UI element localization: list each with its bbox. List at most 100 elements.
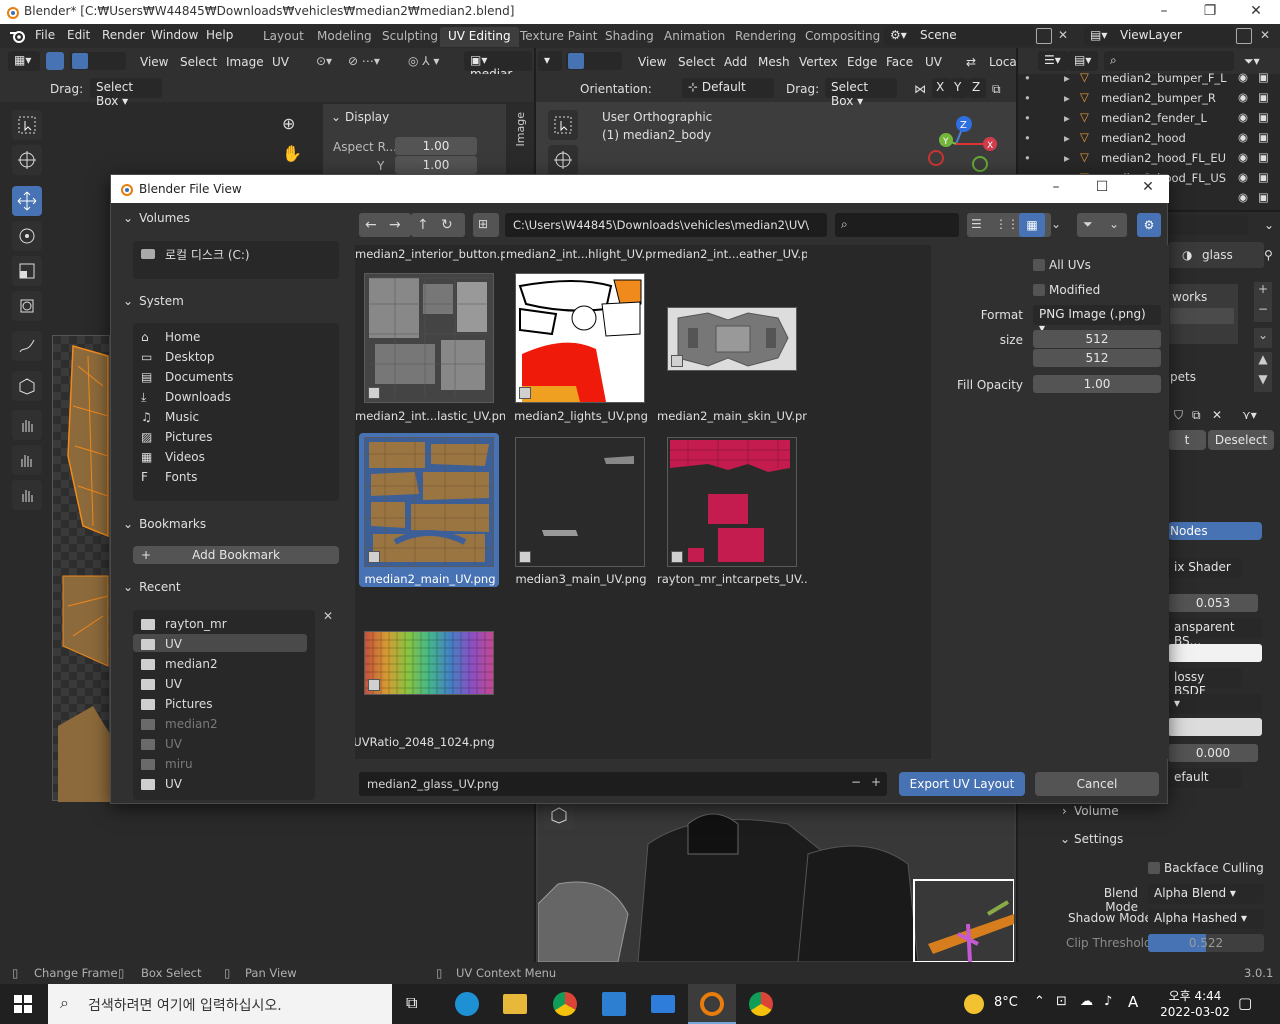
menu-help[interactable]: Help (206, 28, 233, 42)
dialog-minimize-button[interactable]: – (1041, 179, 1071, 195)
sync-selection-icon[interactable] (46, 52, 64, 70)
tray-expand-icon[interactable]: ⌃ (1034, 994, 1045, 1009)
viewport-menu-select[interactable]: Select (678, 55, 715, 69)
parent-directory-icon[interactable]: ↑ (417, 217, 429, 233)
move-slot-up-button[interactable]: ▲ (1254, 352, 1272, 372)
file-label-top-2[interactable]: median2_int...hlight_UV.png (506, 247, 656, 261)
taskbar-search-box[interactable]: ⌕ 검색하려면 여기에 입력하십시오. (48, 984, 392, 1024)
outliner-row[interactable]: • ▸ ▽ median2_hood_FL_EU ◉ ▣ (1018, 148, 1278, 168)
add-slot-button[interactable]: + (1254, 282, 1272, 302)
thumb-intcarpets[interactable] (667, 437, 797, 567)
tweak-tool[interactable] (12, 110, 42, 140)
render-camera-icon[interactable]: ▣ (1258, 150, 1269, 164)
render-camera-icon[interactable]: ▣ (1258, 90, 1269, 104)
windows-start-icon[interactable] (14, 995, 32, 1013)
expand-arrow-icon[interactable]: ▸ (1064, 151, 1070, 165)
file-label-top-1[interactable]: median2_interior_button.p... (355, 247, 505, 261)
transform-orientation-icon[interactable]: ⇄ (966, 55, 976, 69)
dialog-maximize-button[interactable]: ☐ (1087, 179, 1117, 195)
thumb-uvratio[interactable] (364, 631, 494, 695)
thumb-interior-plastic[interactable] (364, 273, 494, 403)
decrement-filename-icon[interactable]: − (851, 775, 861, 789)
recent-item[interactable]: Pictures (141, 694, 213, 714)
fill-opacity-field[interactable]: 1.00 (1033, 375, 1161, 393)
network-icon[interactable]: ⊡ (1056, 994, 1067, 1009)
file-label-top-3[interactable]: median2_int...eather_UV.pn (657, 247, 807, 261)
render-camera-icon[interactable]: ▣ (1258, 70, 1269, 84)
add-bookmark-button[interactable]: + Add Bookmark (133, 546, 339, 564)
deselect-button[interactable]: Deselect (1208, 430, 1274, 450)
visibility-eye-icon[interactable]: ◉ (1238, 130, 1248, 144)
mirror-y-toggle[interactable]: Y (950, 78, 968, 98)
tab-shading[interactable]: Shading (597, 27, 662, 47)
glossy-shader-dropdown[interactable]: lossy BSDF (1168, 668, 1242, 698)
back-icon[interactable]: ← (365, 217, 377, 233)
settings-panel-title[interactable]: Settings (1074, 832, 1123, 846)
bookmarks-panel-header[interactable]: ⌄ Bookmarks (123, 517, 341, 537)
vertical-list-icon[interactable]: ☰ (971, 217, 982, 231)
pan-icon[interactable]: ✋ (282, 144, 302, 163)
file-label-uvratio[interactable]: UVRatio_2048_1024.png (355, 735, 499, 749)
edge-icon[interactable] (455, 992, 479, 1016)
annotate-tool[interactable] (12, 331, 42, 361)
expand-arrow-icon[interactable]: ▸ (1064, 111, 1070, 125)
store-icon[interactable] (602, 992, 626, 1016)
slot-selected[interactable] (1170, 308, 1234, 324)
visibility-eye-icon[interactable]: ◉ (1238, 190, 1248, 204)
volumes-panel-header[interactable]: ⌄ Volumes (123, 211, 341, 231)
recent-item[interactable]: UV (141, 734, 182, 754)
viewport-select-mode-group[interactable] (566, 52, 622, 70)
recent-panel-header[interactable]: ⌄ Recent (123, 580, 341, 600)
file-label-median3[interactable]: median3_main_UV.png (506, 572, 656, 586)
tab-modeling[interactable]: Modeling (309, 27, 380, 47)
visibility-eye-icon[interactable]: ◉ (1238, 90, 1248, 104)
vertex-mode-icon[interactable] (72, 53, 88, 69)
system-item-pictures[interactable]: ▨ Pictures (141, 427, 213, 447)
rotate-tool[interactable] (12, 221, 42, 251)
filename-field[interactable]: median2_glass_UV.png (359, 772, 887, 796)
volume-icon[interactable]: ♪ (1104, 994, 1112, 1009)
render-camera-icon[interactable]: ▣ (1258, 110, 1269, 124)
recent-item[interactable]: UV (141, 634, 182, 654)
uv-canvas[interactable] (52, 335, 111, 802)
menu-window[interactable]: Window (151, 28, 198, 42)
task-view-icon[interactable]: ⧉ (406, 993, 417, 1013)
viewport-menu-uv[interactable]: UV (925, 55, 942, 69)
relax-tool[interactable] (12, 445, 42, 475)
uv-menu-select[interactable]: Select (180, 55, 217, 69)
blend-mode-dropdown[interactable]: Alpha Blend ▾ (1148, 884, 1264, 904)
proportional-edit-icon[interactable]: ◎ ⅄ ▾ (408, 54, 439, 68)
file-label-intcarpets[interactable]: rayton_mr_intcarpets_UV.... (657, 572, 807, 586)
tab-image[interactable]: Image (514, 112, 527, 146)
recent-item[interactable]: median2 (141, 714, 218, 734)
select-mode-group[interactable] (70, 52, 126, 70)
color-swatch-2[interactable] (1168, 718, 1262, 736)
visibility-eye-icon[interactable]: ◉ (1238, 150, 1248, 164)
filter-search-field[interactable]: ⌕ (835, 213, 959, 237)
mirror-icon[interactable]: ⋈ (914, 82, 926, 96)
cloud-icon[interactable]: ☁ (1080, 994, 1093, 1009)
zoom-icon[interactable]: ⊕ (282, 114, 295, 133)
settings-collapse-icon[interactable]: ⌄ (1060, 832, 1070, 846)
scene-type-dropdown[interactable]: ⚙▾ (884, 26, 914, 46)
new-view-layer-icon[interactable] (1236, 28, 1252, 44)
new-folder-button[interactable]: ⊞ (473, 213, 499, 237)
size-x-field[interactable]: 512 (1033, 330, 1161, 348)
image-selector[interactable]: ▣▾ mediar (464, 51, 532, 81)
normal-dropdown[interactable]: efault (1168, 768, 1242, 788)
menu-render[interactable]: Render (102, 28, 145, 42)
display-collapse-icon[interactable]: ⌄ (331, 110, 341, 124)
new-scene-icon[interactable] (1036, 28, 1052, 44)
tab-layout[interactable]: Layout (255, 27, 312, 47)
copy-material-icon[interactable]: ⧉ (1192, 408, 1201, 423)
view-layer-type-dropdown[interactable]: ▤▾ (1084, 26, 1114, 46)
viewport-select-tool[interactable] (548, 110, 578, 140)
orientation-dropdown[interactable]: ⊹ Default (682, 78, 774, 98)
mirror-z-toggle[interactable]: Z (968, 78, 986, 98)
system-panel-header[interactable]: ⌄ System (123, 294, 341, 314)
outliner-filter-icon[interactable]: ⏷▾ (1244, 54, 1260, 69)
file-label-lights[interactable]: median2_lights_UV.png (506, 409, 656, 423)
viewport-menu-edge[interactable]: Edge (847, 55, 877, 69)
cancel-button[interactable]: Cancel (1035, 772, 1159, 796)
visibility-eye-icon[interactable]: ◉ (1238, 70, 1248, 84)
